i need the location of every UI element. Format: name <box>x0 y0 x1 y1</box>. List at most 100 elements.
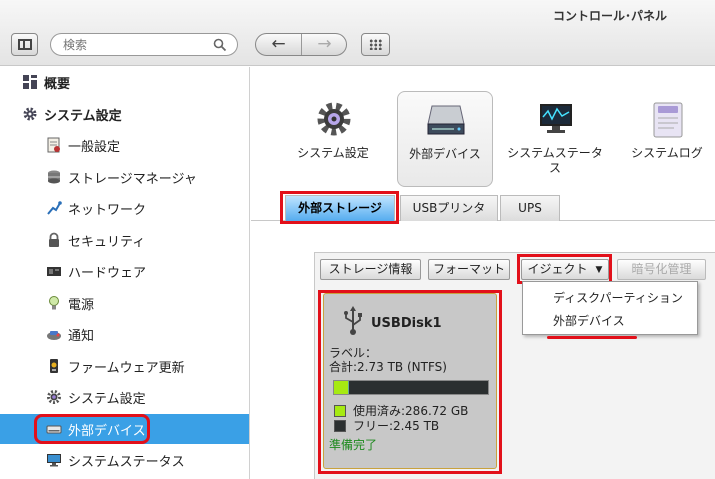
sidebar-item-label: ファームウェア更新 <box>68 360 185 376</box>
tab-ups[interactable]: UPS <box>500 195 560 221</box>
sidebar-item-system-status[interactable]: システムステータス <box>0 445 249 475</box>
sidebar-item-power[interactable]: 電源 <box>0 288 249 318</box>
sidebar-item-general-settings[interactable]: 一般設定 <box>0 130 249 160</box>
tab-label: USBプリンタ <box>412 201 486 215</box>
disk-total-line: 合計:2.73 TB (NTFS) <box>329 360 447 374</box>
app-label: システムステータス <box>507 146 603 175</box>
sidebar-item-system-settings-group[interactable]: システム設定 <box>0 99 249 129</box>
disk-used-line: 使用済み:286.72 GB <box>353 404 469 418</box>
lock-icon <box>49 232 59 247</box>
menu-item-external-device[interactable]: 外部デバイス <box>553 310 625 332</box>
monitor-app-icon <box>540 104 572 133</box>
general-settings-icon <box>47 137 60 153</box>
sidebar-item-label: 電源 <box>68 297 95 313</box>
dropdown-arrow-icon: ▼ <box>595 265 603 275</box>
sidebar-item-label: システム設定 <box>44 108 122 124</box>
tab-usb-printer[interactable]: USBプリンタ <box>400 195 498 221</box>
firmware-update-icon <box>50 359 58 373</box>
top-bar: コントロール･パネル ← → <box>0 0 715 66</box>
sidebar-item-label: ネットワーク <box>68 202 147 218</box>
hardware-icon <box>47 267 61 276</box>
search-input[interactable] <box>63 37 203 53</box>
sidebar-item-label: 一般設定 <box>68 139 121 155</box>
app-system-status[interactable]: システムステータス <box>507 91 603 187</box>
main-panel: システム設定 外部デバイス システムステータス システムログ 外部ストレージ U… <box>251 67 715 479</box>
sidebar-item-overview[interactable]: 概要 <box>0 67 249 97</box>
log-app-icon <box>653 102 683 138</box>
eject-dropdown-menu: ディスクパーティション 外部デバイス <box>522 281 698 335</box>
arrow-right-icon: → <box>317 34 332 54</box>
sidebar-item-label: 通知 <box>68 328 95 344</box>
gear-app-icon <box>317 102 351 136</box>
sidebar-item-notification[interactable]: 通知 <box>0 319 249 349</box>
menu-item-disk-partition[interactable]: ディスクパーティション <box>553 287 683 309</box>
sidebar-item-storage-manager[interactable]: ストレージマネージャ <box>0 162 249 192</box>
app-label: システムログ <box>631 146 703 160</box>
tab-label: 外部ストレージ <box>298 201 382 215</box>
sidebar-item-hardware[interactable]: ハードウェア <box>0 256 249 286</box>
search-box[interactable] <box>50 33 238 56</box>
button-label: ストレージ情報 <box>328 262 413 276</box>
grid-dots-icon <box>369 39 382 50</box>
disk-free-line: フリー:2.45 TB <box>353 419 440 433</box>
back-button[interactable]: ← <box>256 34 301 55</box>
sidebar-item-label: システム設定 <box>68 391 146 407</box>
sidebar-item-security[interactable]: セキュリティ <box>0 225 249 255</box>
sidebar-item-label: 概要 <box>44 76 71 92</box>
search-icon[interactable] <box>213 38 227 52</box>
menu-item-label: 外部デバイス <box>553 314 625 328</box>
sidebar-item-firmware-update[interactable]: ファームウェア更新 <box>0 351 249 381</box>
storage-info-button[interactable]: ストレージ情報 <box>320 259 421 280</box>
external-drive-icon <box>46 425 62 434</box>
network-icon <box>47 201 62 215</box>
format-button[interactable]: フォーマット <box>428 259 510 280</box>
disk-usage-fill <box>334 381 350 394</box>
sidebar-item-system-settings[interactable]: システム設定 <box>0 382 249 412</box>
usb-icon <box>344 306 362 335</box>
used-legend-swatch <box>334 405 346 417</box>
app-label: システム設定 <box>297 146 369 160</box>
button-label: イジェクト <box>527 262 588 276</box>
sidebar: 概要 システム設定 一般設定 ストレージマネージャ ネットワーク セキュリティ … <box>0 67 250 479</box>
sidebar-panel-icon <box>18 39 32 50</box>
history-nav: ← → <box>255 33 347 56</box>
app-grid-button[interactable] <box>361 33 390 56</box>
disk-status: 準備完了 <box>329 438 378 452</box>
button-label: フォーマット <box>432 262 505 276</box>
button-label: 暗号化管理 <box>631 262 692 276</box>
app-system-settings[interactable]: システム設定 <box>285 91 381 187</box>
free-legend-swatch <box>334 420 346 432</box>
forward-button[interactable]: → <box>302 34 347 55</box>
disk-name: USBDisk1 <box>371 316 442 331</box>
gear-icon <box>23 107 37 121</box>
eject-button[interactable]: イジェクト ▼ <box>521 259 609 280</box>
hard-drive-app-icon <box>427 105 465 135</box>
disk-usage-bar <box>333 380 489 395</box>
overview-icon <box>23 75 37 89</box>
encryption-management-button[interactable]: 暗号化管理 <box>617 259 706 280</box>
sidebar-item-external-device[interactable]: 外部デバイス <box>0 414 249 444</box>
disk-label-line: ラベル： <box>329 346 378 360</box>
highlight-underline-external-device <box>547 336 637 339</box>
sidebar-item-label: ストレージマネージャ <box>68 171 197 187</box>
storage-manager-icon <box>48 170 60 184</box>
tab-external-storage[interactable]: 外部ストレージ <box>285 195 395 221</box>
sidebar-item-label: システムステータス <box>68 454 185 470</box>
sidebar-item-network[interactable]: ネットワーク <box>0 193 249 223</box>
system-settings-icon <box>47 390 61 404</box>
app-system-log[interactable]: システムログ <box>619 91 715 187</box>
sidebar-toggle-button[interactable] <box>11 33 38 56</box>
notification-icon <box>47 331 61 340</box>
usb-disk-card[interactable]: USBDisk1 ラベル： 合計:2.73 TB (NTFS) 使用済み:286… <box>323 293 497 469</box>
sidebar-item-label: ハードウェア <box>68 265 147 281</box>
sidebar-item-label: セキュリティ <box>68 234 146 250</box>
monitor-icon <box>47 454 61 467</box>
app-external-device[interactable]: 外部デバイス <box>397 91 493 187</box>
arrow-left-icon: ← <box>271 34 286 54</box>
tab-label: UPS <box>518 201 542 215</box>
app-title: コントロール･パネル <box>552 9 667 23</box>
power-bulb-icon <box>49 296 59 310</box>
sidebar-item-label: 外部デバイス <box>68 423 146 439</box>
menu-item-label: ディスクパーティション <box>553 291 683 305</box>
app-label: 外部デバイス <box>409 147 481 161</box>
